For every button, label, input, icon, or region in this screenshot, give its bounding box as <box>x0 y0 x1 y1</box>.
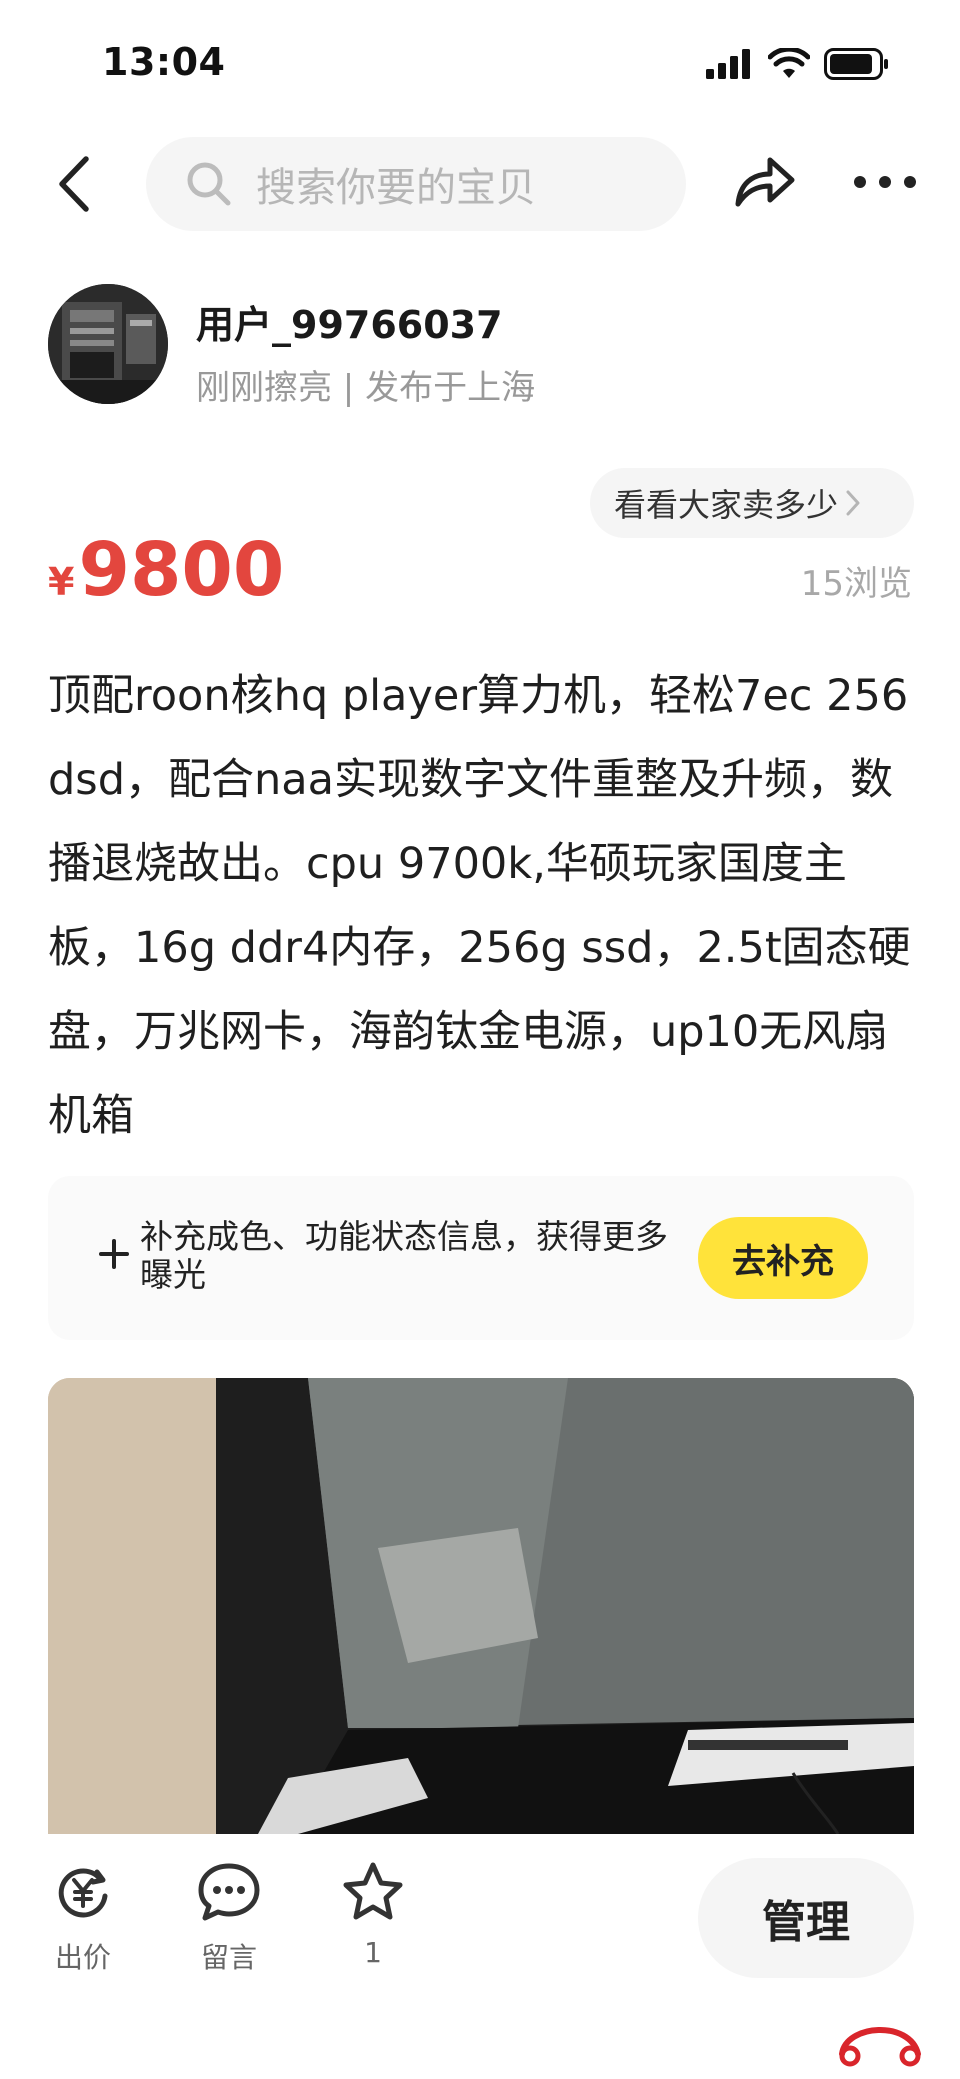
price-currency: ¥ <box>48 560 75 604</box>
view-count: 15浏览 <box>800 564 912 604</box>
favorite-count: 1 <box>364 1936 382 1969</box>
price-check-button[interactable]: 看看大家卖多少 <box>590 468 914 538</box>
seller-meta: 刚刚擦亮 | 发布于上海 <box>196 368 536 408</box>
search-icon <box>186 161 232 207</box>
wifi-icon <box>767 46 811 84</box>
star-icon <box>341 1860 405 1924</box>
avatar[interactable] <box>48 284 168 404</box>
back-button[interactable] <box>52 156 96 216</box>
watermark-logo-icon <box>830 2010 930 2070</box>
seller-name[interactable]: 用户_99766037 <box>196 294 503 349</box>
price-value: 9800 <box>78 527 285 613</box>
signal-icon <box>706 49 754 83</box>
comment-action[interactable]: 留言 <box>184 1860 274 1976</box>
search-placeholder: 搜索你要的宝贝 <box>256 165 536 211</box>
comment-icon <box>197 1860 261 1924</box>
more-button[interactable] <box>850 168 920 198</box>
bid-label: 出价 <box>54 1941 111 1974</box>
search-input[interactable]: 搜索你要的宝贝 <box>146 137 686 231</box>
manage-button[interactable]: 管理 <box>698 1858 914 1978</box>
supplement-text: 补充成色、功能状态信息，获得更多曝光 <box>140 1217 668 1294</box>
item-photo[interactable] <box>48 1378 914 1834</box>
comment-label: 留言 <box>200 1941 257 1974</box>
status-bar: 13:04 <box>0 0 960 120</box>
battery-icon <box>824 48 890 84</box>
chevron-right-icon <box>844 488 862 518</box>
chevron-left-icon <box>56 155 92 217</box>
item-description: 顶配roon核hq player算力机，轻松7ec 256dsd，配合naa实现… <box>48 671 911 1141</box>
share-button[interactable] <box>732 150 796 214</box>
price: ¥ 9800 <box>48 530 284 610</box>
supplement-card: 补充成色、功能状态信息，获得更多曝光 去补充 <box>48 1176 914 1340</box>
status-icons <box>706 46 890 84</box>
share-icon <box>732 150 796 214</box>
more-icon <box>853 174 917 193</box>
plus-icon <box>96 1236 132 1272</box>
price-check-label: 看看大家卖多少 <box>614 486 839 524</box>
bid-action[interactable]: 出价 <box>38 1860 128 1976</box>
yen-bid-icon <box>51 1860 115 1924</box>
favorite-action[interactable]: 1 <box>328 1860 418 1969</box>
status-time: 13:04 <box>102 40 226 84</box>
supplement-button[interactable]: 去补充 <box>698 1217 868 1299</box>
